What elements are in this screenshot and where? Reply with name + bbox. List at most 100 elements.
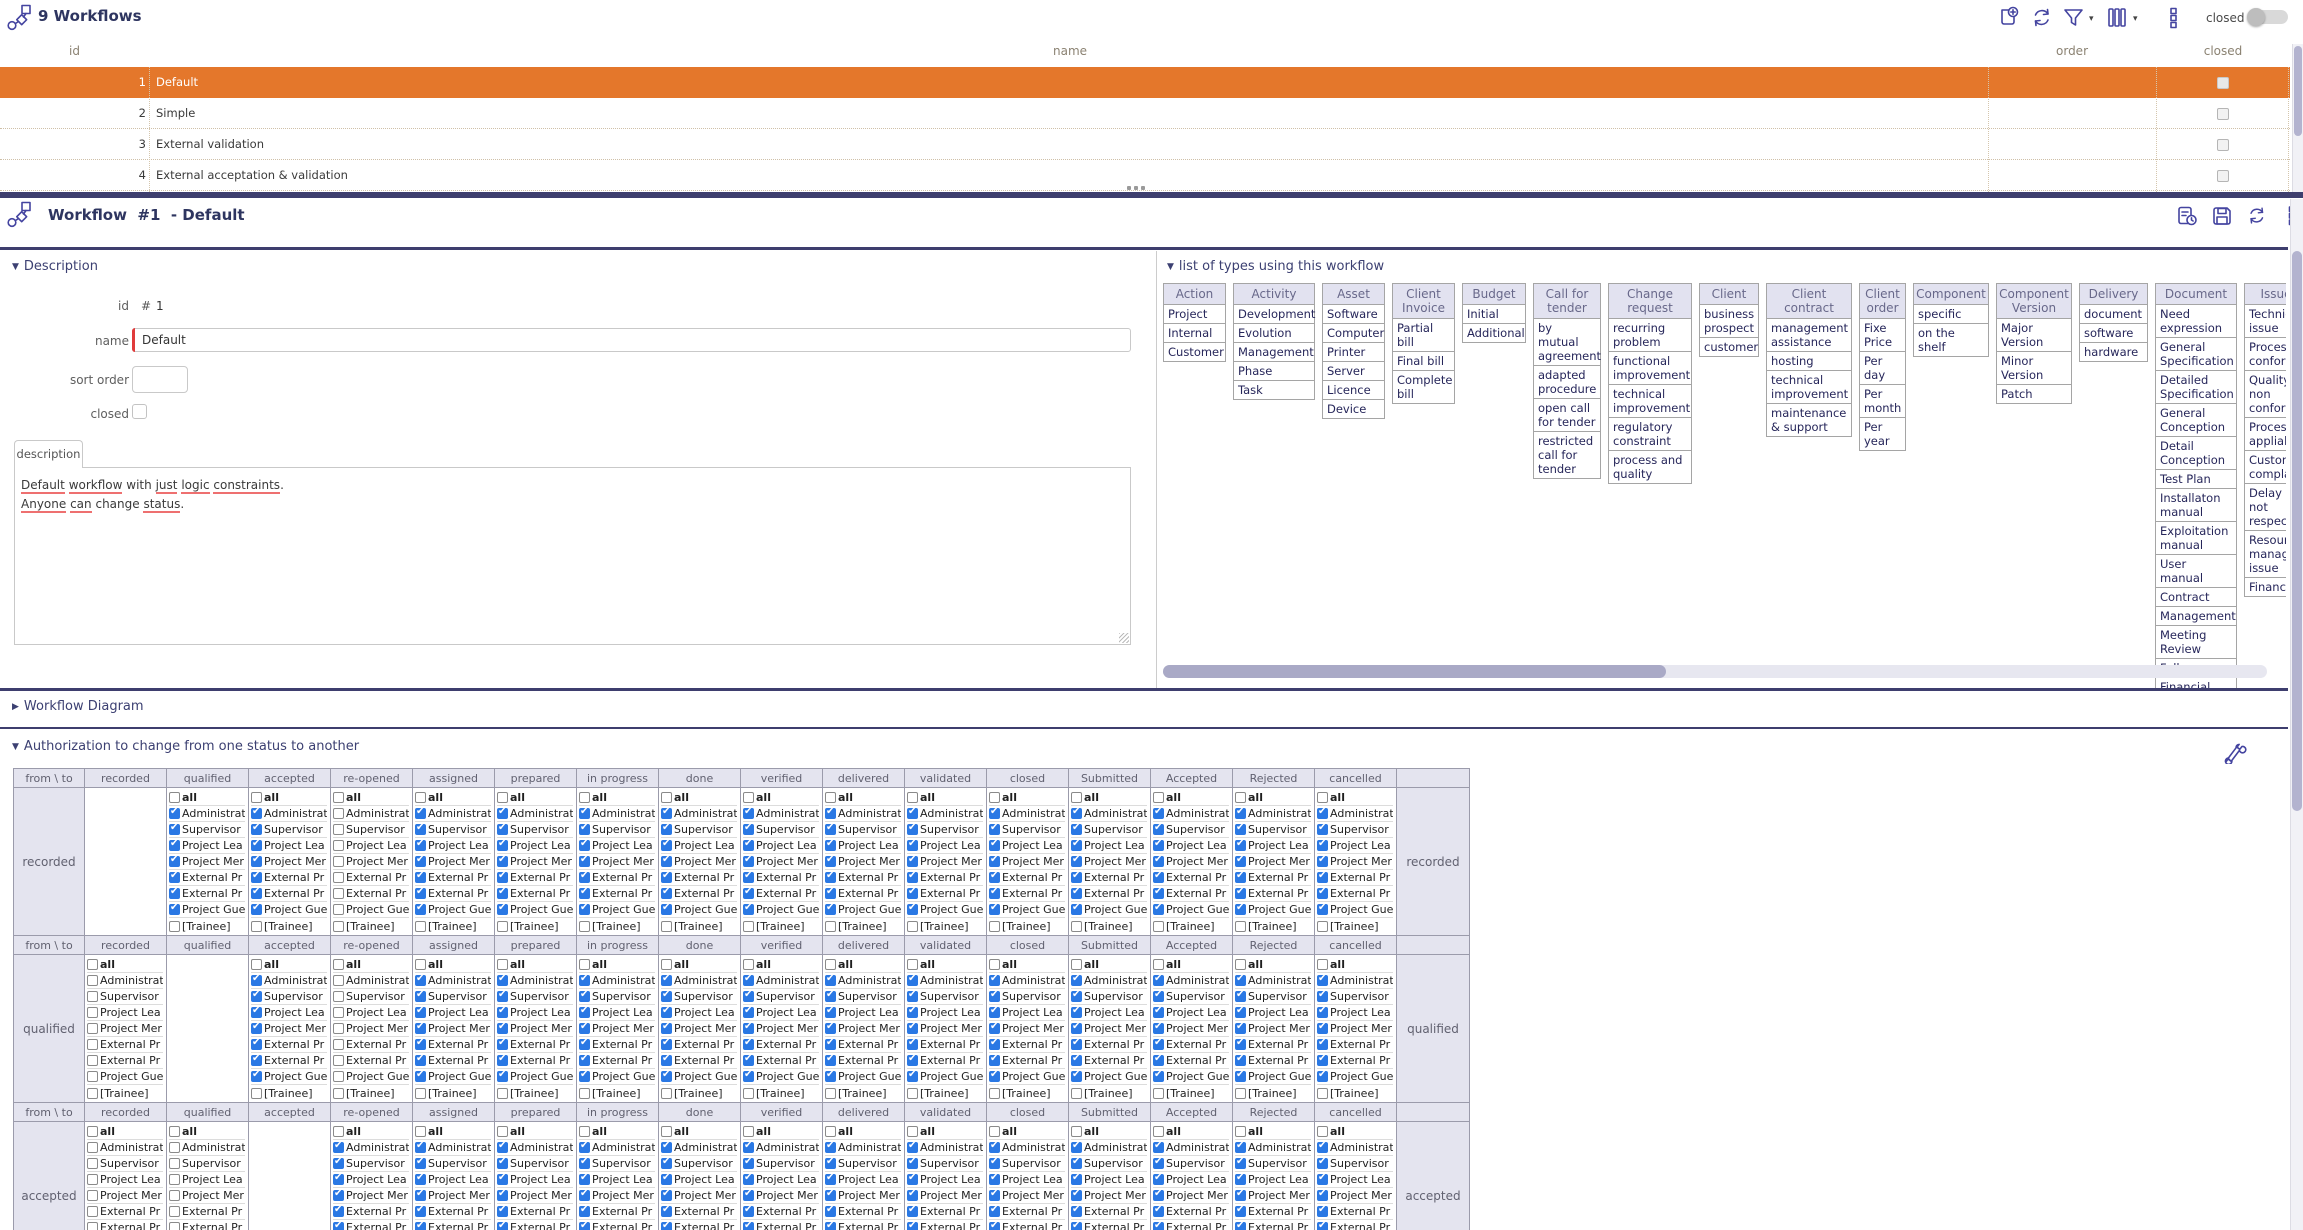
- checked-checkbox[interactable]: [1235, 1023, 1246, 1034]
- unchecked-checkbox[interactable]: [825, 1126, 836, 1137]
- checked-checkbox[interactable]: [251, 824, 262, 835]
- checked-checkbox[interactable]: [1153, 1158, 1164, 1169]
- checked-checkbox[interactable]: [907, 872, 918, 883]
- checked-checkbox[interactable]: [1071, 856, 1082, 867]
- pane-splitter[interactable]: [0, 192, 2303, 198]
- checked-checkbox[interactable]: [825, 888, 836, 899]
- unchecked-checkbox[interactable]: [497, 921, 508, 932]
- unchecked-checkbox[interactable]: [333, 808, 344, 819]
- checked-checkbox[interactable]: [497, 975, 508, 986]
- checked-checkbox[interactable]: [251, 1071, 262, 1082]
- checked-checkbox[interactable]: [579, 1007, 590, 1018]
- checked-checkbox[interactable]: [251, 1039, 262, 1050]
- tab-description[interactable]: description: [14, 440, 83, 468]
- checked-checkbox[interactable]: [1153, 808, 1164, 819]
- checked-checkbox[interactable]: [1235, 856, 1246, 867]
- checked-checkbox[interactable]: [743, 991, 754, 1002]
- checked-checkbox[interactable]: [415, 904, 426, 915]
- checked-checkbox[interactable]: [1317, 904, 1328, 915]
- save-icon[interactable]: [2211, 205, 2233, 227]
- checked-checkbox[interactable]: [1153, 1007, 1164, 1018]
- checked-checkbox[interactable]: [497, 840, 508, 851]
- unchecked-checkbox[interactable]: [1317, 792, 1328, 803]
- column-header-id[interactable]: id: [0, 44, 149, 58]
- checked-checkbox[interactable]: [989, 1039, 1000, 1050]
- checked-checkbox[interactable]: [415, 1039, 426, 1050]
- checked-checkbox[interactable]: [1071, 824, 1082, 835]
- unchecked-checkbox[interactable]: [169, 1174, 180, 1185]
- checked-checkbox[interactable]: [1153, 904, 1164, 915]
- unchecked-checkbox[interactable]: [333, 1023, 344, 1034]
- checked-checkbox[interactable]: [1071, 1039, 1082, 1050]
- checked-checkbox[interactable]: [907, 824, 918, 835]
- checked-checkbox[interactable]: [825, 1174, 836, 1185]
- unchecked-checkbox[interactable]: [87, 991, 98, 1002]
- checklist-clock-icon[interactable]: [2176, 205, 2198, 227]
- wrench-icon[interactable]: [2222, 738, 2248, 764]
- checked-checkbox[interactable]: [989, 824, 1000, 835]
- checked-checkbox[interactable]: [1235, 1071, 1246, 1082]
- checked-checkbox[interactable]: [661, 975, 672, 986]
- unchecked-checkbox[interactable]: [579, 1088, 590, 1099]
- checked-checkbox[interactable]: [989, 975, 1000, 986]
- checked-checkbox[interactable]: [1153, 1190, 1164, 1201]
- unchecked-checkbox[interactable]: [825, 1088, 836, 1099]
- unchecked-checkbox[interactable]: [415, 959, 426, 970]
- checked-checkbox[interactable]: [333, 1174, 344, 1185]
- checked-checkbox[interactable]: [1071, 1142, 1082, 1153]
- checked-checkbox[interactable]: [1235, 1206, 1246, 1217]
- checked-checkbox[interactable]: [989, 1190, 1000, 1201]
- checked-checkbox[interactable]: [1071, 991, 1082, 1002]
- unchecked-checkbox[interactable]: [87, 1007, 98, 1018]
- unchecked-checkbox[interactable]: [579, 1126, 590, 1137]
- checked-checkbox[interactable]: [169, 888, 180, 899]
- checked-checkbox[interactable]: [415, 1007, 426, 1018]
- unchecked-checkbox[interactable]: [169, 1142, 180, 1153]
- checked-checkbox[interactable]: [825, 872, 836, 883]
- unchecked-checkbox[interactable]: [333, 1007, 344, 1018]
- checked-checkbox[interactable]: [743, 1158, 754, 1169]
- checked-checkbox[interactable]: [989, 1007, 1000, 1018]
- checked-checkbox[interactable]: [251, 1023, 262, 1034]
- closed-filter-toggle[interactable]: [2248, 10, 2288, 24]
- checked-checkbox[interactable]: [1235, 872, 1246, 883]
- checked-checkbox[interactable]: [743, 1222, 754, 1230]
- checked-checkbox[interactable]: [497, 991, 508, 1002]
- unchecked-checkbox[interactable]: [1153, 792, 1164, 803]
- unchecked-checkbox[interactable]: [1235, 1088, 1246, 1099]
- grid-vertical-scrollbar[interactable]: [2292, 44, 2303, 192]
- checked-checkbox[interactable]: [1153, 872, 1164, 883]
- cell-closed-checkbox[interactable]: [2217, 170, 2229, 182]
- checked-checkbox[interactable]: [989, 1206, 1000, 1217]
- detail-vertical-scrollbar[interactable]: [2290, 199, 2303, 1230]
- checked-checkbox[interactable]: [661, 840, 672, 851]
- unchecked-checkbox[interactable]: [87, 1142, 98, 1153]
- checked-checkbox[interactable]: [989, 1055, 1000, 1066]
- checked-checkbox[interactable]: [1153, 856, 1164, 867]
- checked-checkbox[interactable]: [1071, 1055, 1082, 1066]
- checked-checkbox[interactable]: [989, 1222, 1000, 1230]
- checked-checkbox[interactable]: [1317, 1007, 1328, 1018]
- checked-checkbox[interactable]: [1071, 840, 1082, 851]
- name-input[interactable]: Default: [132, 328, 1131, 352]
- checked-checkbox[interactable]: [1317, 1206, 1328, 1217]
- unchecked-checkbox[interactable]: [907, 1088, 918, 1099]
- unchecked-checkbox[interactable]: [661, 792, 672, 803]
- description-textarea[interactable]: Default workflow with just logic constra…: [14, 467, 1131, 645]
- unchecked-checkbox[interactable]: [497, 959, 508, 970]
- checked-checkbox[interactable]: [1235, 1039, 1246, 1050]
- checked-checkbox[interactable]: [825, 1023, 836, 1034]
- checked-checkbox[interactable]: [1071, 1071, 1082, 1082]
- unchecked-checkbox[interactable]: [1317, 921, 1328, 932]
- checked-checkbox[interactable]: [825, 1007, 836, 1018]
- checked-checkbox[interactable]: [415, 824, 426, 835]
- checked-checkbox[interactable]: [415, 1023, 426, 1034]
- checked-checkbox[interactable]: [907, 1055, 918, 1066]
- types-scrollbar-thumb[interactable]: [1163, 665, 1666, 678]
- checked-checkbox[interactable]: [579, 1222, 590, 1230]
- checked-checkbox[interactable]: [1153, 1023, 1164, 1034]
- unchecked-checkbox[interactable]: [907, 792, 918, 803]
- checked-checkbox[interactable]: [743, 1174, 754, 1185]
- checked-checkbox[interactable]: [1153, 1039, 1164, 1050]
- checked-checkbox[interactable]: [907, 1222, 918, 1230]
